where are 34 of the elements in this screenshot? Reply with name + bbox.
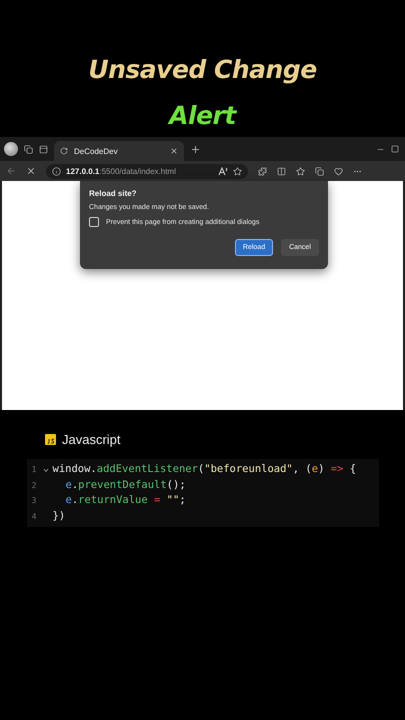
dialog-title: Reload site? — [89, 189, 138, 198]
star-icon[interactable] — [233, 166, 242, 176]
profile-avatar[interactable] — [4, 142, 18, 156]
address-bar[interactable]: 127.0.0.1:5500/data/index.html — [46, 164, 248, 178]
line-number: 2 — [30, 480, 36, 492]
split-screen-icon[interactable] — [277, 166, 286, 176]
maximize-icon[interactable] — [391, 145, 399, 153]
code-line: }) — [52, 508, 66, 524]
back-icon[interactable] — [6, 166, 16, 176]
title-text: Alert — [169, 101, 236, 131]
read-aloud-icon[interactable] — [218, 166, 228, 176]
line-number: 1 — [30, 464, 36, 476]
info-icon[interactable] — [52, 166, 61, 176]
title-text: Unsaved Change — [88, 55, 317, 85]
browser-tab[interactable]: DeCodeDev — [54, 141, 184, 161]
favorites-icon[interactable] — [296, 166, 305, 176]
workspaces-icon[interactable] — [24, 144, 33, 154]
code-line: e.preventDefault(); — [66, 478, 186, 492]
checkbox[interactable] — [89, 217, 99, 227]
code-line: window.addEventListener("beforeunload", (e) => { — [52, 462, 356, 477]
javascript-icon — [45, 434, 56, 445]
line-number: 4 — [30, 510, 36, 522]
line-number: 3 — [30, 495, 36, 507]
stop-icon[interactable] — [26, 166, 36, 176]
url-text: 127.0.0.1:5500/data/index.html — [66, 166, 177, 176]
code-line: e.returnValue = ""; — [66, 493, 186, 508]
tab-actions-icon[interactable] — [39, 144, 48, 154]
new-tab-icon[interactable] — [190, 144, 201, 154]
tab-title: DeCodeDev — [74, 146, 119, 156]
heart-icon[interactable] — [334, 166, 343, 176]
close-icon[interactable] — [170, 147, 178, 155]
language-label: Javascript — [62, 432, 121, 447]
collections-icon[interactable] — [315, 166, 324, 176]
extensions-icon[interactable] — [258, 166, 267, 176]
